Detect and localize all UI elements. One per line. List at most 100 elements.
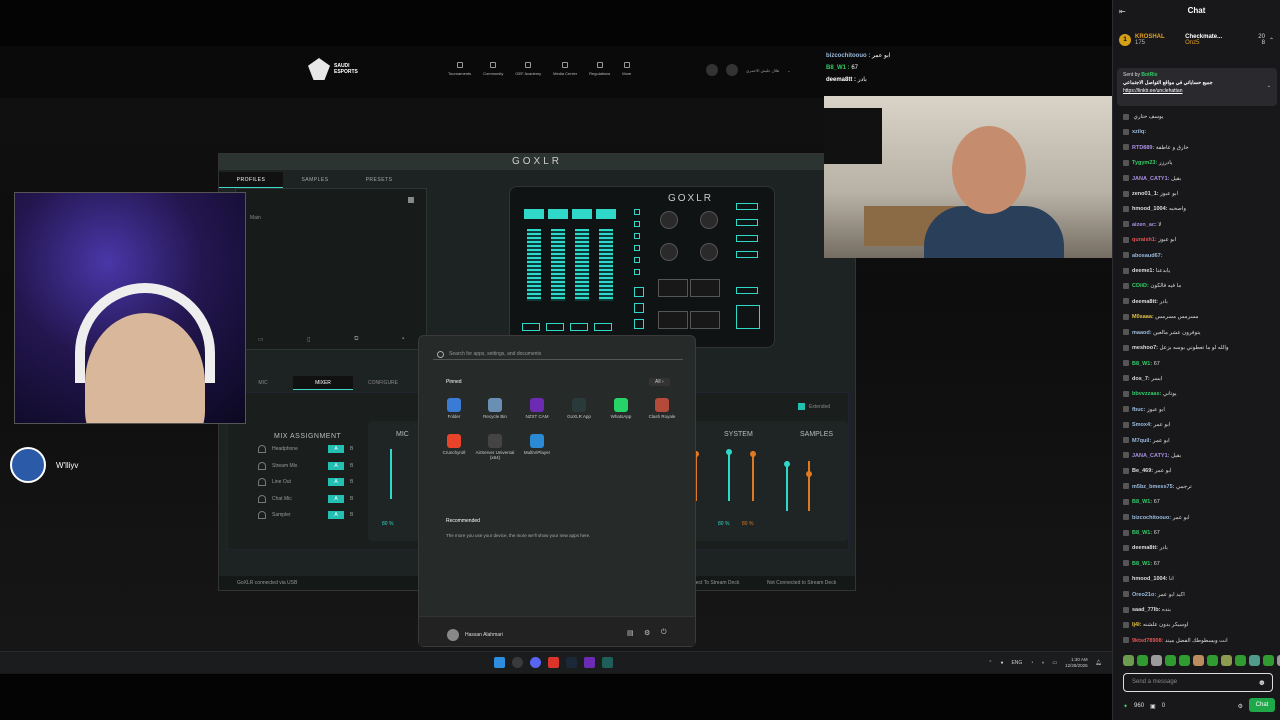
chat-username[interactable]: M0saaa:: [1132, 314, 1154, 320]
chat-message[interactable]: JANA_CATY1: بقيل: [1117, 449, 1277, 464]
mix-a-button[interactable]: A: [328, 494, 344, 503]
mix-b-button[interactable]: B: [350, 496, 353, 502]
fader-1[interactable]: [527, 229, 541, 301]
power-icon[interactable]: ⏻: [661, 629, 667, 637]
tab-profiles[interactable]: PROFILES: [219, 172, 283, 188]
pinned-app[interactable]: Recycle Bin: [474, 398, 516, 419]
chat-message[interactable]: B8_W1: 67: [1117, 526, 1277, 541]
avatar[interactable]: [726, 64, 738, 76]
chat-username[interactable]: CDiiD:: [1132, 283, 1149, 289]
samples-slider-a[interactable]: [786, 461, 788, 511]
chat-username[interactable]: deema8tt:: [1132, 545, 1158, 551]
chat-username[interactable]: hmood_1004:: [1132, 576, 1167, 582]
chat-username[interactable]: Tygym23:: [1132, 160, 1157, 166]
chat-username[interactable]: meshoo7:: [1132, 345, 1158, 351]
chat-message[interactable]: Be_469: ابو عمر: [1117, 464, 1277, 479]
knob-4[interactable]: [700, 243, 718, 261]
chat-message[interactable]: hmood_1004: واصحبه: [1117, 202, 1277, 217]
chat-message[interactable]: M7quil: ابو عمر: [1117, 434, 1277, 449]
delete-icon[interactable]: ▪: [402, 336, 404, 342]
chat-message[interactable]: meshoo7: والله لو ما تعطوني بوسه بزعل: [1117, 341, 1277, 356]
discord-icon[interactable]: [530, 657, 541, 668]
leaderboard[interactable]: 1 KROSHAL 175 Checkmate... Onz5 20 8 ⌃: [1113, 24, 1280, 56]
mix-b-button[interactable]: B: [350, 463, 353, 469]
chat-message[interactable]: lj4l: اوسيكر بدون علشنه: [1117, 618, 1277, 633]
chat-username[interactable]: aizen_ac:: [1132, 222, 1157, 228]
chat-message[interactable]: fbuc: ابو عبوز: [1117, 403, 1277, 418]
pinned-app[interactable]: WhatsApp: [600, 398, 642, 419]
emote-icon[interactable]: [1123, 655, 1134, 666]
goxlr-icon[interactable]: [602, 657, 613, 668]
tab-samples[interactable]: SAMPLES: [283, 172, 347, 188]
copy-icon[interactable]: ⧉: [354, 336, 358, 343]
points-icon[interactable]: ✦: [1123, 703, 1128, 710]
chat-message[interactable]: JANA_CATY1: بقيل: [1117, 172, 1277, 187]
chat-message[interactable]: hmood_1004: انا: [1117, 572, 1277, 587]
start-user[interactable]: Hassan Alahmari: [447, 629, 503, 641]
chat-username[interactable]: deeme1:: [1132, 268, 1154, 274]
chat-username[interactable]: xzilq:: [1132, 129, 1146, 135]
pinned-app[interactable]: NZXT CAM: [516, 398, 558, 419]
emote-icon[interactable]: [1221, 655, 1232, 666]
chat-message[interactable]: quraish1: ابو عبوز: [1117, 233, 1277, 248]
mic-slider[interactable]: [390, 449, 392, 499]
chat-message[interactable]: Smox4: ابو عمر: [1117, 418, 1277, 433]
mix-a-button[interactable]: A: [328, 478, 344, 486]
chat-username[interactable]: deema8tt:: [1132, 299, 1158, 305]
chat-message[interactable]: deema8tt: بادر: [1117, 295, 1277, 310]
chat-message[interactable]: M0saaa: مسرمس مسرمس: [1117, 310, 1277, 325]
valorant-icon[interactable]: [548, 657, 559, 668]
folder-icon[interactable]: ▤: [627, 629, 634, 637]
clock[interactable]: 1:30 AM 12/28/2025: [1065, 657, 1088, 669]
chat-username[interactable]: RTD889:: [1132, 145, 1154, 151]
chat-username[interactable]: B8_W1:: [1132, 361, 1152, 367]
chat-message[interactable]: CDiiD: ما فيه فالكون: [1117, 279, 1277, 294]
chat-message[interactable]: aizen_ac: لا: [1117, 218, 1277, 233]
chat-message[interactable]: Tygym23: يادرزر: [1117, 156, 1277, 171]
chat-username[interactable]: zeno01_1:: [1132, 191, 1159, 197]
chat-message[interactable]: يوسف حتاري: [1117, 110, 1277, 125]
chat-message[interactable]: m5bz_bmess75: ترجمي: [1117, 480, 1277, 495]
gear-icon[interactable]: ⚙: [1238, 703, 1243, 710]
fader-3[interactable]: [575, 229, 589, 301]
emote-icon[interactable]: [1207, 655, 1218, 666]
system-slider-b[interactable]: [752, 451, 754, 501]
chat-message[interactable]: bizcochitoouo: ابو عمر: [1117, 511, 1277, 526]
chat-message[interactable]: B8_W1: 67: [1117, 357, 1277, 372]
chat-message[interactable]: bbvvzzaas: يوتاني: [1117, 387, 1277, 402]
chat-username[interactable]: bbvvzzaas:: [1132, 391, 1161, 397]
mix-a-button[interactable]: A: [328, 445, 344, 453]
mix-a-button[interactable]: A: [328, 511, 344, 519]
notification-icon[interactable]: 🔔︎: [1096, 660, 1102, 666]
pinned-app[interactable]: Clash Royale: [641, 398, 683, 419]
mix-b-button[interactable]: B: [350, 479, 353, 485]
site-nav-item[interactable]: Regulations: [589, 62, 610, 76]
save-icon[interactable]: [408, 197, 414, 203]
chat-message[interactable]: Oreo21o: اكيد ابو عمر: [1117, 588, 1277, 603]
send-chat-button[interactable]: Chat: [1249, 698, 1275, 712]
extended-toggle[interactable]: Extended: [798, 403, 830, 410]
pinned-app[interactable]: Crunchyroll: [433, 434, 475, 455]
chat-message[interactable]: abosaud67:: [1117, 249, 1277, 264]
chat-username[interactable]: m5bz_bmess75:: [1132, 484, 1175, 490]
chat-input[interactable]: Send a message ☻: [1123, 673, 1273, 692]
chat-username[interactable]: saad_77lb:: [1132, 607, 1160, 613]
new-icon[interactable]: ▭: [258, 336, 264, 343]
language-button[interactable]: [706, 64, 718, 76]
chat-message[interactable]: RTD889: خارق و عاطفة: [1117, 141, 1277, 156]
chat-username[interactable]: maaod:: [1132, 330, 1152, 336]
chat-message[interactable]: saad_77lb: بنده: [1117, 603, 1277, 618]
mix-b-button[interactable]: B: [350, 446, 353, 452]
pinned-app[interactable]: Folder: [433, 398, 475, 419]
chat-username[interactable]: B8_W1:: [1132, 530, 1152, 536]
battery-icon[interactable]: ▭: [1052, 660, 1057, 666]
chat-username[interactable]: Smox4:: [1132, 422, 1152, 428]
language-indicator[interactable]: ENG: [1011, 660, 1022, 666]
chat-username[interactable]: bizcochitoouo:: [1132, 515, 1171, 521]
chat-message[interactable]: maaod: يتوفرون عشر مالعين: [1117, 326, 1277, 341]
chat-message[interactable]: dos_7: ايسر: [1117, 372, 1277, 387]
chat-username[interactable]: lj4l:: [1132, 622, 1141, 628]
knob-3[interactable]: [660, 243, 678, 261]
site-nav-item[interactable]: Media Center: [553, 62, 577, 76]
chat-username[interactable]: 9ktsd78908:: [1132, 638, 1164, 644]
